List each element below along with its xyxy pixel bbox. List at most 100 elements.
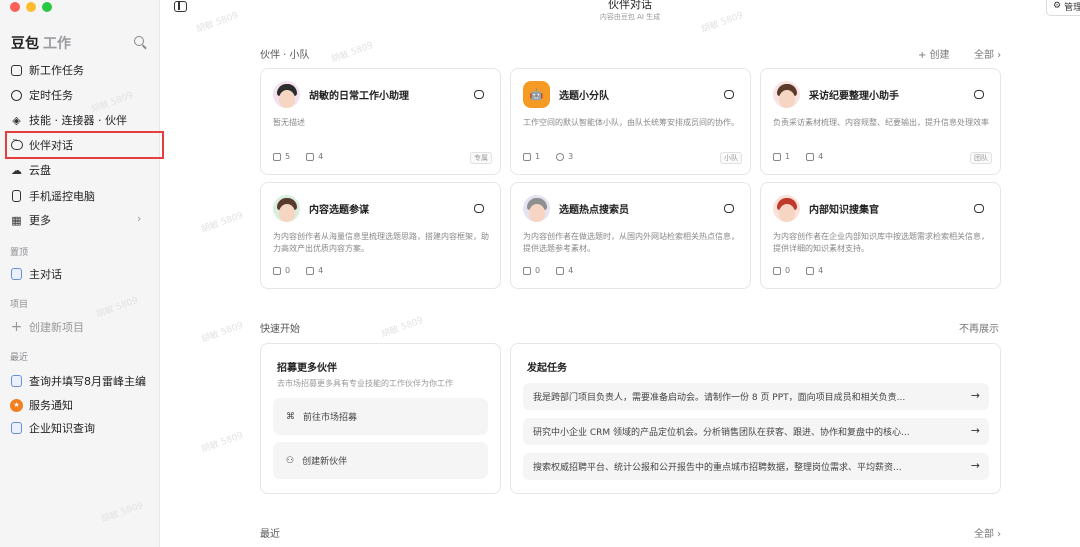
message-icon: [523, 152, 531, 161]
grid-icon: ▦: [11, 213, 22, 227]
sidebar-item-main-chat[interactable]: 主对话: [10, 264, 62, 284]
chat-icon[interactable]: [969, 199, 988, 218]
create-partner-button[interactable]: ⚇ 创建新伙伴: [273, 442, 488, 479]
stat-value: 0: [785, 266, 791, 275]
page-title: 伙伴对话: [608, 0, 652, 11]
document-icon: [10, 375, 23, 388]
conversation-count: 0: [273, 266, 290, 275]
task-suggestion[interactable]: 我是跨部门项目负责人，需要准备启动会。请制作一份 8 页 PPT，面向项目成员和…: [523, 383, 989, 410]
layers-icon: [556, 266, 565, 275]
manage-button[interactable]: ⚙ 管理: [1046, 0, 1080, 16]
partner-card[interactable]: 胡敏的日常工作小助理 暂无描述 5 4 专属: [260, 68, 501, 175]
conversation-count: 0: [523, 266, 540, 275]
stat-value: 3: [568, 152, 574, 161]
sidebar-item-cloud[interactable]: ☁ 云盘: [10, 160, 51, 180]
sidebar-item-recent[interactable]: 企业知识查询: [10, 418, 95, 438]
partner-card[interactable]: 内容选题参谋 为内容创作者从海量信息里梳理选题思路，搭建内容框架，助力高效产出优…: [260, 182, 501, 289]
go-to-market-label: 前往市场招募: [303, 413, 358, 423]
recruit-title: 招募更多伙伴: [277, 363, 337, 374]
task-text: 搜索权威招聘平台、统计公报和公开报告中的重点城市招聘数据，整理岗位需求、平均薪资…: [533, 463, 902, 473]
add-user-icon: ⚇: [286, 455, 295, 466]
partner-description: 负责采访素材梳理、内容规整、纪要输出，提升信息处理效率: [773, 118, 989, 127]
sidebar-item-scheduled-tasks[interactable]: 定时任务: [10, 85, 73, 105]
layers-icon: ◈: [12, 113, 21, 127]
conversation-count: 1: [523, 152, 540, 161]
sidebar-item-recent[interactable]: 查询并填写8月雷峰主编: [10, 371, 156, 391]
tasks-panel: 发起任务 我是跨部门项目负责人，需要准备启动会。请制作一份 8 页 PPT，面向…: [510, 343, 1001, 494]
all-recent-link[interactable]: 全部 ›: [974, 525, 1001, 540]
sidebar-item-more[interactable]: ▦ 更多: [10, 210, 51, 230]
tasks-title: 发起任务: [527, 363, 567, 374]
partner-description: 为内容创作者在企业内部知识库中按选题需求检索相关信息，提供详细的知识素材支持。: [773, 232, 989, 253]
chat-icon[interactable]: [719, 199, 738, 218]
stat-value: 4: [318, 152, 324, 161]
stat-value: 0: [535, 266, 541, 275]
watermark: 胡敏 5809: [700, 10, 745, 36]
close-window-button[interactable]: [10, 2, 20, 12]
sidebar-item-recent[interactable]: ★ 服务通知: [10, 395, 73, 415]
stat-value: 4: [568, 266, 574, 275]
sidebar-item-skills[interactable]: ◈ 技能 · 连接器 · 伙伴: [10, 110, 127, 130]
brand-name: 豆包: [11, 36, 39, 52]
layers-icon: [806, 266, 815, 275]
sidebar-item-remote[interactable]: 手机遥控电脑: [10, 186, 95, 206]
partner-name: 采访纪要整理小助手: [809, 91, 899, 102]
create-partner-link[interactable]: + 创建: [918, 46, 950, 61]
sidebar-item-label: 企业知识查询: [29, 422, 95, 435]
sidebar-item-label: 手机遥控电脑: [29, 190, 95, 203]
stat-value: 1: [535, 152, 541, 161]
watermark: 胡敏 5809: [200, 320, 245, 346]
partner-stats: 0 4: [523, 266, 573, 275]
chat-icon[interactable]: [469, 85, 488, 104]
sidebar-item-new-task[interactable]: 新工作任务: [10, 60, 84, 80]
conversation-count: 1: [773, 152, 790, 161]
sidebar-item-label: 更多: [29, 214, 51, 227]
search-icon[interactable]: [134, 36, 144, 46]
go-to-market-button[interactable]: ⌘ 前往市场招募: [273, 398, 488, 435]
watermark: 胡敏 5809: [200, 430, 245, 456]
sidebar-toggle-icon[interactable]: [174, 1, 187, 12]
partner-card[interactable]: 采访纪要整理小助手 负责采访素材梳理、内容规整、纪要输出，提升信息处理效率 1 …: [760, 68, 1001, 175]
partner-description: 暂无描述: [273, 118, 305, 127]
partner-tag: 专属: [470, 152, 492, 164]
partner-stats: 1 4: [773, 152, 823, 161]
zoom-window-button[interactable]: [42, 2, 52, 12]
partner-description: 为内容创作者在做选题时，从国内外网站检索相关热点信息，提供选题参考素材。: [523, 232, 739, 253]
arrow-right-icon: →: [970, 459, 980, 472]
phone-icon: [10, 190, 23, 203]
sidebar-item-label: 定时任务: [29, 89, 73, 102]
partner-name: 内容选题参谋: [309, 205, 369, 216]
projects-section-label: 项目: [10, 300, 29, 310]
sidebar-item-label: 服务通知: [29, 399, 73, 412]
market-icon: ⌘: [286, 411, 295, 422]
task-suggestion[interactable]: 研究中小企业 CRM 领域的产品定位机会。分析销售团队在获客、跟进、协作和复盘中…: [523, 418, 989, 445]
sidebar-item-label: 技能 · 连接器 · 伙伴: [29, 114, 127, 127]
message-icon: [273, 266, 281, 275]
brand-logo: 豆包 工作: [11, 33, 71, 53]
partner-description: 为内容创作者从海量信息里梳理选题思路，搭建内容框架，助力高效产出优质内容方案。: [273, 232, 489, 253]
create-partner-label: 创建新伙伴: [302, 457, 348, 467]
partner-card[interactable]: 选题热点搜索员 为内容创作者在做选题时，从国内外网站检索相关热点信息，提供选题参…: [510, 182, 751, 289]
partners-section-title: 伙伴 · 小队: [260, 50, 310, 61]
dismiss-quick-start-link[interactable]: 不再展示: [959, 320, 999, 335]
arrow-right-icon: →: [970, 389, 980, 402]
create-project-label: 创建新项目: [29, 321, 84, 334]
message-icon: [773, 152, 781, 161]
document-icon: [10, 268, 23, 281]
chat-icon[interactable]: [469, 199, 488, 218]
minimize-window-button[interactable]: [26, 2, 36, 12]
message-icon: [773, 266, 781, 275]
all-partners-link[interactable]: 全部 ›: [974, 46, 1001, 61]
chat-icon[interactable]: [719, 85, 738, 104]
partner-card[interactable]: 内部知识搜集官 为内容创作者在企业内部知识库中按选题需求检索相关信息，提供详细的…: [760, 182, 1001, 289]
page-subtitle: 内容由豆包 AI 生成: [599, 13, 661, 21]
task-text: 我是跨部门项目负责人，需要准备启动会。请制作一份 8 页 PPT，面向项目成员和…: [533, 393, 906, 403]
chat-icon[interactable]: [969, 85, 988, 104]
layers-icon: [806, 152, 815, 161]
partner-card[interactable]: 🤖 选题小分队 工作空间的默认智能体小队，由队长统筹安排成员间的协作。 1 3 …: [510, 68, 751, 175]
task-suggestion[interactable]: 搜索权威招聘平台、统计公报和公开报告中的重点城市招聘数据，整理岗位需求、平均薪资…: [523, 453, 989, 480]
document-icon: [10, 422, 23, 435]
create-project-button[interactable]: + 创建新项目: [10, 317, 84, 337]
stat-value: 4: [818, 152, 824, 161]
partner-name: 内部知识搜集官: [809, 205, 879, 216]
